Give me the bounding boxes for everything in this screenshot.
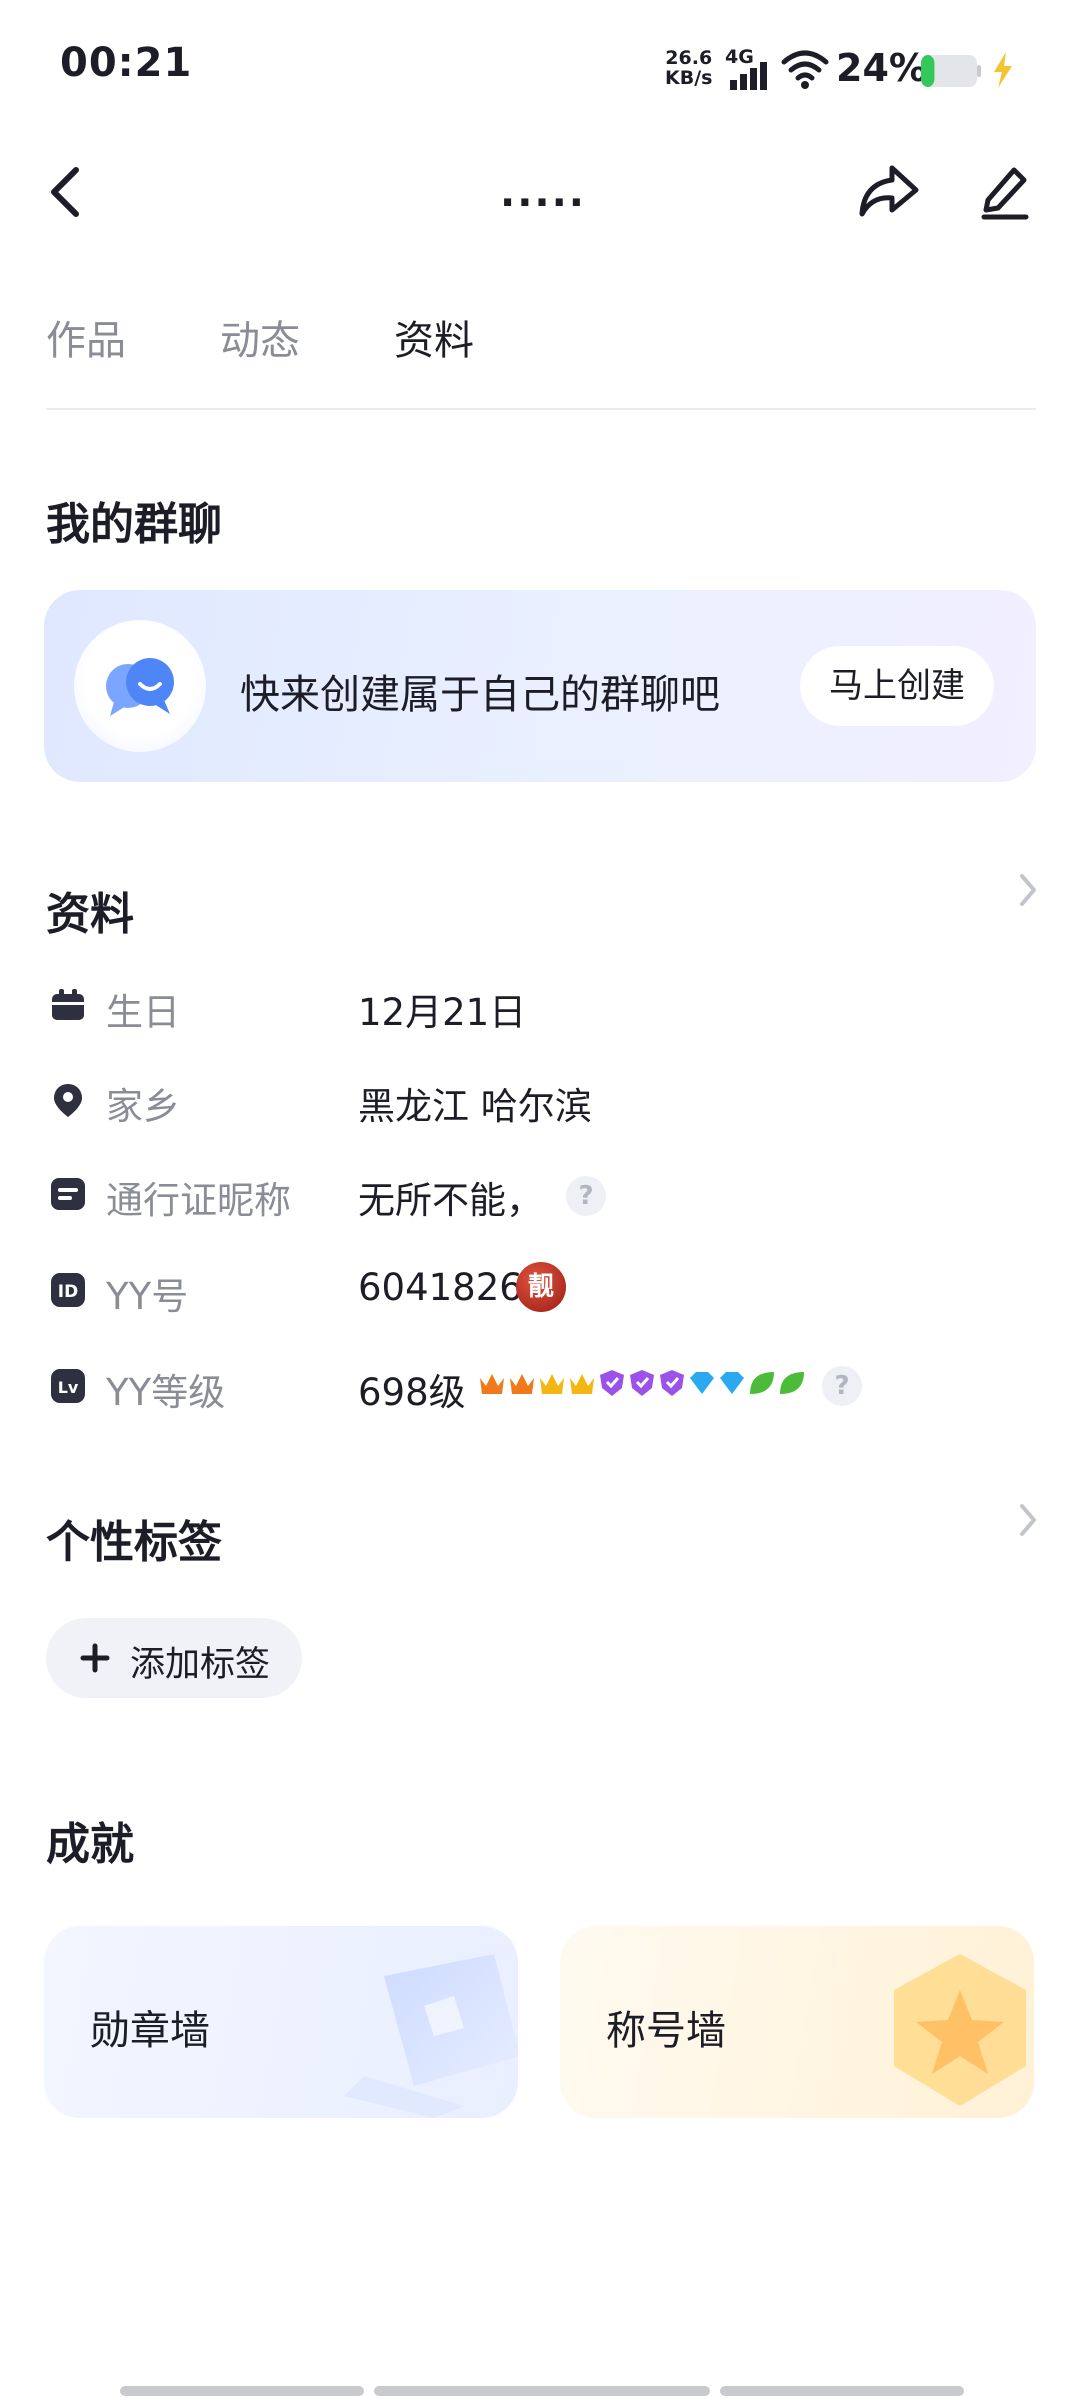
group-chat-avatar bbox=[74, 620, 206, 752]
shield-purple-icon bbox=[628, 1368, 656, 1398]
crown-orange-icon bbox=[508, 1368, 536, 1398]
back-icon[interactable] bbox=[44, 160, 92, 224]
add-tag-label: 添加标签 bbox=[130, 1645, 271, 1685]
network-speed-value: 26.6 bbox=[665, 47, 713, 69]
network-speed-unit: KB/s bbox=[665, 67, 713, 89]
birthday-label: 生日 bbox=[106, 991, 180, 1034]
tags-chevron-right-icon[interactable] bbox=[1016, 1500, 1040, 1540]
share-icon[interactable] bbox=[858, 162, 920, 220]
premium-number-badge: 靓 bbox=[516, 1262, 566, 1312]
svg-text:ID: ID bbox=[58, 1282, 78, 1302]
hometown-value: 黑龙江 哈尔滨 bbox=[358, 1085, 592, 1128]
home-indicator-center bbox=[374, 2386, 710, 2396]
calendar-icon bbox=[52, 989, 84, 1020]
medal-wall-card[interactable]: 勋章墙 bbox=[44, 1926, 518, 2118]
shield-purple-icon bbox=[658, 1368, 686, 1398]
create-group-button[interactable]: 马上创建 bbox=[800, 646, 994, 726]
edit-icon[interactable] bbox=[980, 162, 1030, 220]
home-indicator-left bbox=[120, 2386, 364, 2396]
id-card-icon bbox=[51, 1178, 85, 1210]
tab-works[interactable]: 作品 bbox=[46, 308, 126, 366]
signal-icon bbox=[730, 62, 767, 90]
group-chat-icon bbox=[106, 658, 174, 716]
plus-icon bbox=[80, 1643, 110, 1673]
title-wall-label: 称号墙 bbox=[606, 2008, 726, 2054]
yy-id-value: 6041826 bbox=[358, 1266, 523, 1309]
group-chat-prompt: 快来创建属于自己的群聊吧 bbox=[240, 672, 720, 718]
group-chat-card: 快来创建属于自己的群聊吧 马上创建 bbox=[44, 590, 1036, 782]
level-badges bbox=[478, 1368, 806, 1402]
add-tag-button[interactable]: 添加标签 bbox=[46, 1618, 302, 1698]
tab-divider bbox=[46, 408, 1036, 410]
nickname-label: 通行证昵称 bbox=[106, 1179, 291, 1222]
tab-moments[interactable]: 动态 bbox=[220, 308, 300, 366]
diamond-blue-icon bbox=[688, 1368, 716, 1398]
yy-id-label: YY号 bbox=[106, 1275, 189, 1318]
location-icon bbox=[54, 1084, 82, 1117]
birthday-value: 12月21日 bbox=[358, 991, 527, 1034]
level-icon: Lv bbox=[51, 1369, 85, 1403]
nickname-value: 无所不能， bbox=[358, 1179, 543, 1222]
profile-name: ..... bbox=[500, 170, 586, 216]
title-wall-card[interactable]: 称号墙 bbox=[560, 1926, 1034, 2118]
svg-text:Lv: Lv bbox=[58, 1378, 79, 1397]
wifi-icon bbox=[781, 50, 829, 89]
hometown-label: 家乡 bbox=[106, 1085, 180, 1128]
home-indicator-right bbox=[720, 2386, 964, 2396]
medal-wall-label: 勋章墙 bbox=[90, 2008, 210, 2054]
yy-level-label: YY等级 bbox=[106, 1371, 226, 1414]
crown-gold-icon bbox=[568, 1368, 596, 1398]
profile-chevron-right-icon[interactable] bbox=[1016, 870, 1040, 910]
shield-purple-icon bbox=[598, 1368, 626, 1398]
id-icon: ID bbox=[51, 1273, 85, 1307]
battery-percent: 24% bbox=[836, 46, 927, 90]
leaf-green-icon bbox=[778, 1368, 806, 1398]
medal-icon bbox=[344, 1954, 518, 2118]
tab-profile[interactable]: 资料 bbox=[394, 308, 474, 366]
tags-section-title: 个性标签 bbox=[46, 1517, 222, 1568]
battery-icon bbox=[921, 55, 981, 87]
status-time: 00:21 bbox=[60, 40, 193, 86]
crown-gold-icon bbox=[538, 1368, 566, 1398]
leaf-green-icon bbox=[748, 1368, 776, 1398]
crown-orange-icon bbox=[478, 1368, 506, 1398]
network-speed: 26.6 KB/s bbox=[665, 48, 712, 88]
diamond-blue-icon bbox=[718, 1368, 746, 1398]
group-chat-title: 我的群聊 bbox=[46, 499, 222, 550]
level-help-icon[interactable]: ? bbox=[822, 1366, 862, 1406]
nickname-help-icon[interactable]: ? bbox=[566, 1176, 606, 1216]
profile-section-title: 资料 bbox=[46, 889, 134, 940]
star-badge-icon bbox=[894, 1954, 1026, 2106]
charging-icon bbox=[994, 52, 1012, 88]
yy-level-value: 698级 bbox=[358, 1371, 466, 1414]
achievements-section-title: 成就 bbox=[46, 1819, 134, 1870]
